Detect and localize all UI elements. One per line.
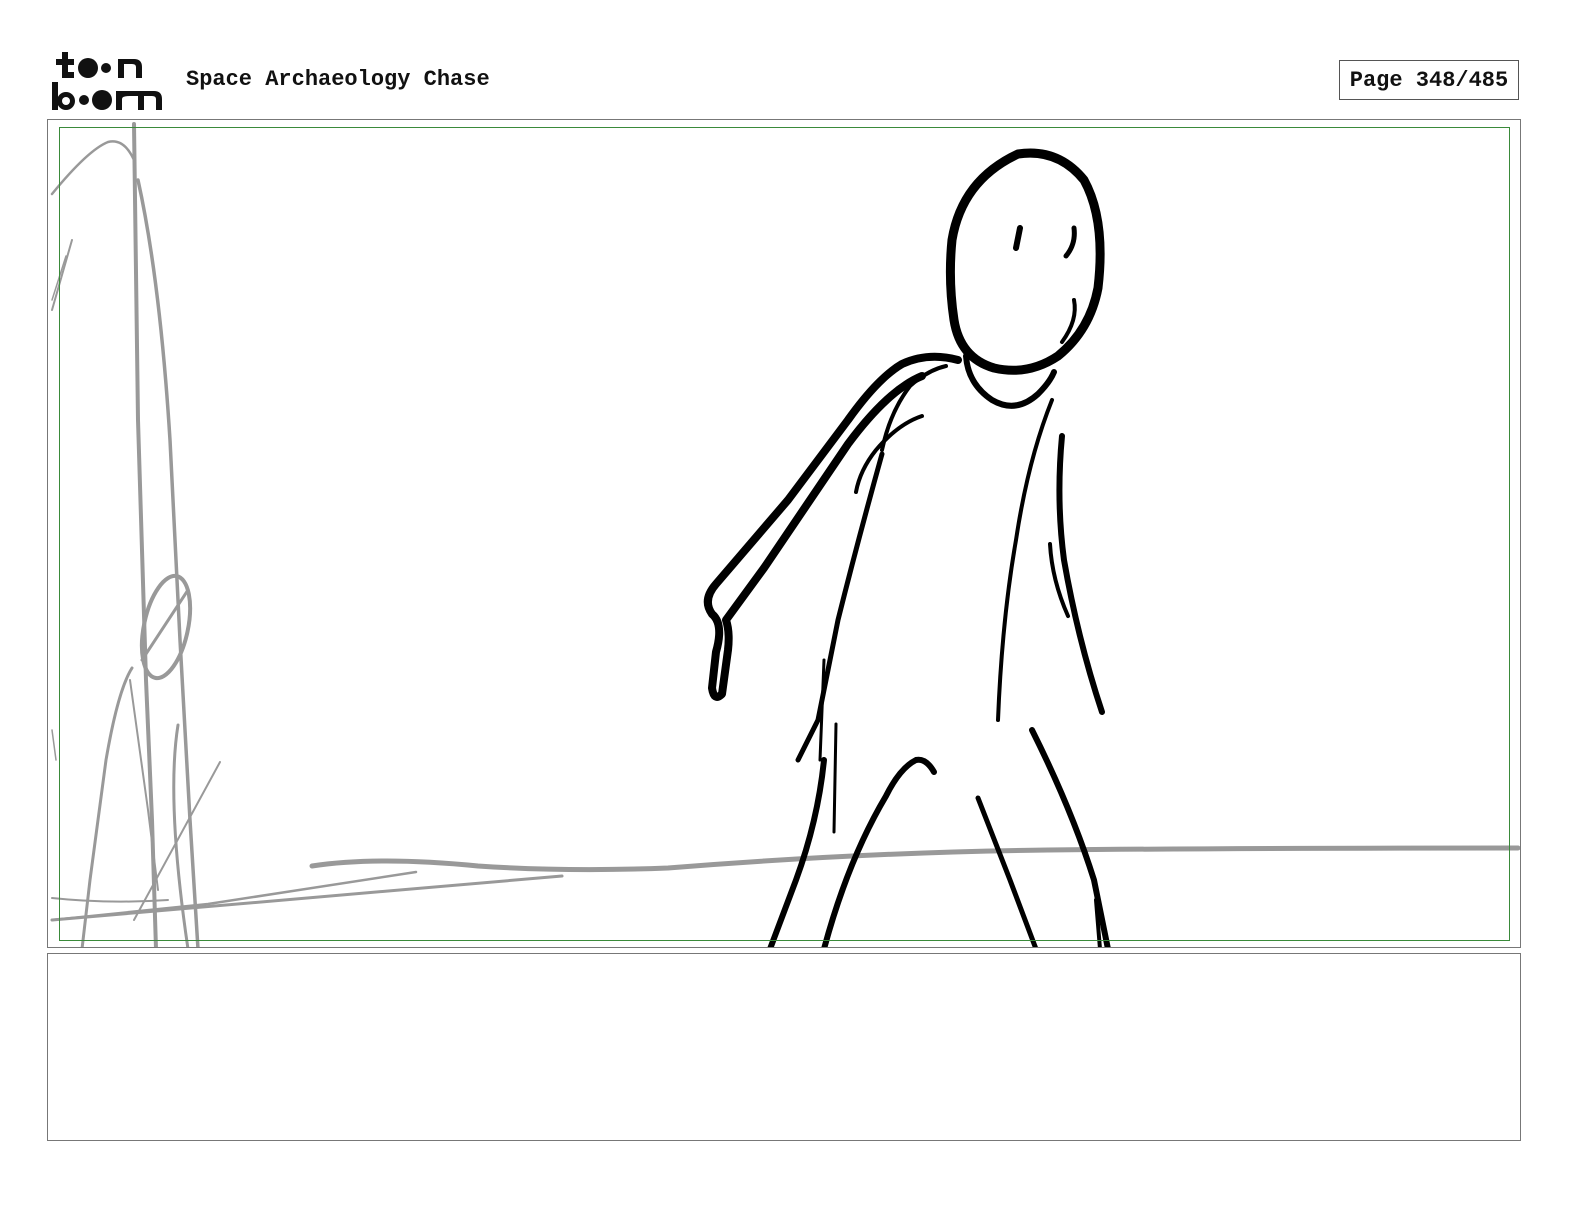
notes-panel: [47, 953, 1521, 1141]
toon-boom-logo: [50, 50, 164, 112]
page-header: Space Archaeology Chase Page 348/485: [0, 0, 1584, 118]
safe-area-frame: [59, 127, 1510, 941]
page-number: Page 348/485: [1339, 60, 1519, 100]
logo-mark: [52, 52, 162, 110]
project-title: Space Archaeology Chase: [186, 67, 490, 92]
storyboard-panel: [47, 119, 1521, 948]
